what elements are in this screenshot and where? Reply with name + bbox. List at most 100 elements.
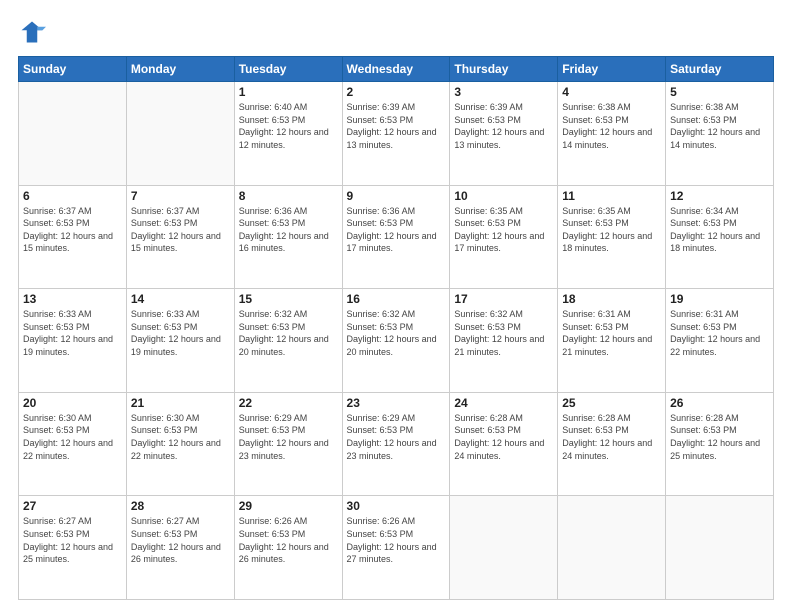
header-cell-saturday: Saturday	[666, 57, 774, 82]
day-cell: 26 Sunrise: 6:28 AM Sunset: 6:53 PM Dayli…	[666, 392, 774, 496]
day-number: 17	[454, 292, 553, 306]
day-cell: 4 Sunrise: 6:38 AM Sunset: 6:53 PM Daylig…	[558, 82, 666, 186]
day-info: Sunrise: 6:30 AM Sunset: 6:53 PM Dayligh…	[23, 412, 122, 462]
day-cell: 22Sunrise: 6:29 AM Sunset: 6:53 PM Dayli…	[234, 392, 342, 496]
day-cell	[558, 496, 666, 600]
header-cell-tuesday: Tuesday	[234, 57, 342, 82]
day-cell: 29Sunrise: 6:26 AM Sunset: 6:53 PM Dayli…	[234, 496, 342, 600]
day-cell: 10 Sunrise: 6:35 AM Sunset: 6:53 PM Dayli…	[450, 185, 558, 289]
calendar-body: 1 Sunrise: 6:40 AM Sunset: 6:53 PM Daylig…	[19, 82, 774, 600]
day-cell: 28Sunrise: 6:27 AM Sunset: 6:53 PM Dayli…	[126, 496, 234, 600]
day-info: Sunrise: 6:28 AM Sunset: 6:53 PM Dayligh…	[670, 412, 769, 462]
day-cell: 25 Sunrise: 6:28 AM Sunset: 6:53 PM Dayli…	[558, 392, 666, 496]
day-number: 26	[670, 396, 769, 410]
day-number: 7	[131, 189, 230, 203]
day-cell	[666, 496, 774, 600]
day-cell: 1 Sunrise: 6:40 AM Sunset: 6:53 PM Daylig…	[234, 82, 342, 186]
day-info: Sunrise: 6:33 AM Sunset: 6:53 PM Dayligh…	[131, 308, 230, 358]
week-row-2: 13 Sunrise: 6:33 AM Sunset: 6:53 PM Dayli…	[19, 289, 774, 393]
day-info: Sunrise: 6:35 AM Sunset: 6:53 PM Dayligh…	[562, 205, 661, 255]
day-cell: 21 Sunrise: 6:30 AM Sunset: 6:53 PM Dayli…	[126, 392, 234, 496]
page: SundayMondayTuesdayWednesdayThursdayFrid…	[0, 0, 792, 612]
week-row-3: 20 Sunrise: 6:30 AM Sunset: 6:53 PM Dayli…	[19, 392, 774, 496]
day-info: Sunrise: 6:32 AM Sunset: 6:53 PM Dayligh…	[347, 308, 446, 358]
day-info: Sunrise: 6:29 AM Sunset: 6:53 PM Dayligh…	[239, 412, 338, 462]
header-row: SundayMondayTuesdayWednesdayThursdayFrid…	[19, 57, 774, 82]
day-cell: 16 Sunrise: 6:32 AM Sunset: 6:53 PM Dayli…	[342, 289, 450, 393]
logo-icon	[18, 18, 46, 46]
day-info: Sunrise: 6:28 AM Sunset: 6:53 PM Dayligh…	[562, 412, 661, 462]
calendar-table: SundayMondayTuesdayWednesdayThursdayFrid…	[18, 56, 774, 600]
day-number: 29	[239, 499, 338, 513]
day-info: Sunrise: 6:37 AM Sunset: 6:53 PM Dayligh…	[23, 205, 122, 255]
header-cell-thursday: Thursday	[450, 57, 558, 82]
header-cell-friday: Friday	[558, 57, 666, 82]
day-number: 20	[23, 396, 122, 410]
day-info: Sunrise: 6:37 AM Sunset: 6:53 PM Dayligh…	[131, 205, 230, 255]
day-number: 30	[347, 499, 446, 513]
day-number: 18	[562, 292, 661, 306]
day-cell: 7 Sunrise: 6:37 AM Sunset: 6:53 PM Daylig…	[126, 185, 234, 289]
day-cell: 23 Sunrise: 6:29 AM Sunset: 6:53 PM Dayli…	[342, 392, 450, 496]
logo	[18, 18, 50, 46]
day-number: 23	[347, 396, 446, 410]
day-cell: 17Sunrise: 6:32 AM Sunset: 6:53 PM Dayli…	[450, 289, 558, 393]
week-row-4: 27 Sunrise: 6:27 AM Sunset: 6:53 PM Dayli…	[19, 496, 774, 600]
day-info: Sunrise: 6:28 AM Sunset: 6:53 PM Dayligh…	[454, 412, 553, 462]
day-cell	[19, 82, 127, 186]
header-cell-monday: Monday	[126, 57, 234, 82]
day-info: Sunrise: 6:36 AM Sunset: 6:53 PM Dayligh…	[347, 205, 446, 255]
week-row-0: 1 Sunrise: 6:40 AM Sunset: 6:53 PM Daylig…	[19, 82, 774, 186]
day-info: Sunrise: 6:31 AM Sunset: 6:53 PM Dayligh…	[670, 308, 769, 358]
day-cell	[126, 82, 234, 186]
day-info: Sunrise: 6:38 AM Sunset: 6:53 PM Dayligh…	[562, 101, 661, 151]
day-cell: 3 Sunrise: 6:39 AM Sunset: 6:53 PM Daylig…	[450, 82, 558, 186]
day-info: Sunrise: 6:39 AM Sunset: 6:53 PM Dayligh…	[347, 101, 446, 151]
day-number: 25	[562, 396, 661, 410]
day-cell: 12Sunrise: 6:34 AM Sunset: 6:53 PM Dayli…	[666, 185, 774, 289]
day-cell: 30 Sunrise: 6:26 AM Sunset: 6:53 PM Dayli…	[342, 496, 450, 600]
header	[18, 18, 774, 46]
day-number: 10	[454, 189, 553, 203]
day-info: Sunrise: 6:40 AM Sunset: 6:53 PM Dayligh…	[239, 101, 338, 151]
day-number: 6	[23, 189, 122, 203]
day-number: 14	[131, 292, 230, 306]
day-cell: 15Sunrise: 6:32 AM Sunset: 6:53 PM Dayli…	[234, 289, 342, 393]
day-info: Sunrise: 6:31 AM Sunset: 6:53 PM Dayligh…	[562, 308, 661, 358]
day-info: Sunrise: 6:27 AM Sunset: 6:53 PM Dayligh…	[131, 515, 230, 565]
day-info: Sunrise: 6:26 AM Sunset: 6:53 PM Dayligh…	[347, 515, 446, 565]
day-info: Sunrise: 6:32 AM Sunset: 6:53 PM Dayligh…	[239, 308, 338, 358]
day-number: 12	[670, 189, 769, 203]
day-cell: 24 Sunrise: 6:28 AM Sunset: 6:53 PM Dayli…	[450, 392, 558, 496]
day-info: Sunrise: 6:33 AM Sunset: 6:53 PM Dayligh…	[23, 308, 122, 358]
day-number: 24	[454, 396, 553, 410]
day-number: 16	[347, 292, 446, 306]
day-cell: 19 Sunrise: 6:31 AM Sunset: 6:53 PM Dayli…	[666, 289, 774, 393]
day-cell: 5Sunrise: 6:38 AM Sunset: 6:53 PM Daylig…	[666, 82, 774, 186]
day-info: Sunrise: 6:35 AM Sunset: 6:53 PM Dayligh…	[454, 205, 553, 255]
day-info: Sunrise: 6:36 AM Sunset: 6:53 PM Dayligh…	[239, 205, 338, 255]
day-cell: 9 Sunrise: 6:36 AM Sunset: 6:53 PM Daylig…	[342, 185, 450, 289]
day-number: 4	[562, 85, 661, 99]
calendar-header: SundayMondayTuesdayWednesdayThursdayFrid…	[19, 57, 774, 82]
day-cell: 13 Sunrise: 6:33 AM Sunset: 6:53 PM Dayli…	[19, 289, 127, 393]
header-cell-wednesday: Wednesday	[342, 57, 450, 82]
day-cell: 11Sunrise: 6:35 AM Sunset: 6:53 PM Dayli…	[558, 185, 666, 289]
day-cell: 2 Sunrise: 6:39 AM Sunset: 6:53 PM Daylig…	[342, 82, 450, 186]
day-info: Sunrise: 6:29 AM Sunset: 6:53 PM Dayligh…	[347, 412, 446, 462]
day-number: 5	[670, 85, 769, 99]
day-cell: 6 Sunrise: 6:37 AM Sunset: 6:53 PM Daylig…	[19, 185, 127, 289]
day-number: 13	[23, 292, 122, 306]
day-number: 27	[23, 499, 122, 513]
day-number: 8	[239, 189, 338, 203]
day-cell: 20 Sunrise: 6:30 AM Sunset: 6:53 PM Dayli…	[19, 392, 127, 496]
day-number: 21	[131, 396, 230, 410]
day-number: 19	[670, 292, 769, 306]
day-cell: 18 Sunrise: 6:31 AM Sunset: 6:53 PM Dayli…	[558, 289, 666, 393]
day-number: 9	[347, 189, 446, 203]
day-number: 1	[239, 85, 338, 99]
day-info: Sunrise: 6:39 AM Sunset: 6:53 PM Dayligh…	[454, 101, 553, 151]
day-info: Sunrise: 6:30 AM Sunset: 6:53 PM Dayligh…	[131, 412, 230, 462]
day-number: 3	[454, 85, 553, 99]
day-number: 2	[347, 85, 446, 99]
